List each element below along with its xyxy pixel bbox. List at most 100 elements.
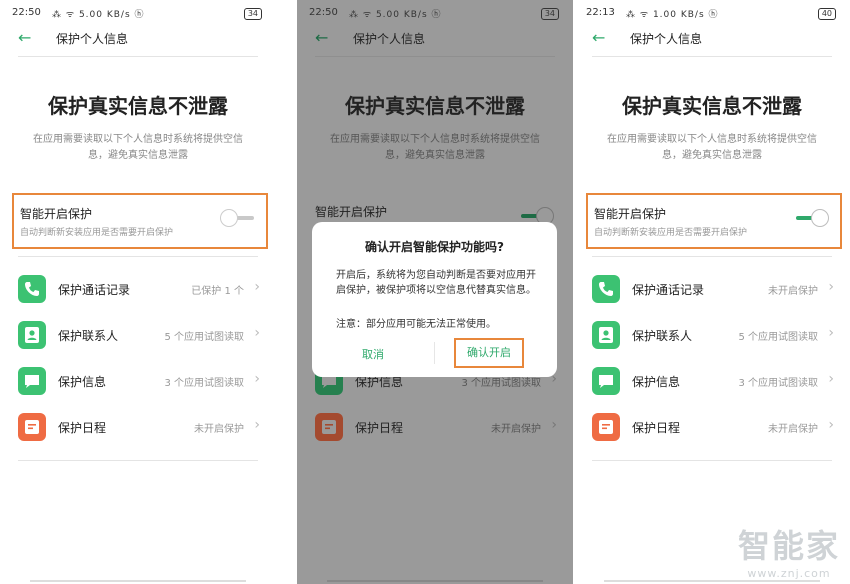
- smart-protect-title: 智能开启保护: [20, 207, 93, 221]
- divider: [315, 56, 555, 57]
- list-item-calendar[interactable]: 保护日程 未开启保护 ›: [592, 412, 836, 444]
- screen-confirm-dialog: 22:50 ⁂ ᯤ 5.00 KB/s ⓗ 34 ← 保护个人信息 保护真实信息…: [297, 0, 573, 584]
- battery-icon: 40: [817, 8, 836, 20]
- smart-protect-title: 智能开启保护: [594, 207, 667, 221]
- smart-protect-subtitle: 自动判断新安装应用是否需要开启保护: [20, 228, 174, 238]
- contact-icon: [18, 321, 46, 349]
- back-arrow-icon[interactable]: ←: [315, 28, 328, 47]
- headline: 保护真实信息不泄露: [48, 94, 228, 118]
- chevron-right-icon: ›: [254, 325, 260, 341]
- watermark-url: www.znj.com: [747, 567, 831, 580]
- item-label: 保护通话记录: [58, 283, 131, 297]
- item-status: 已保护 1 个: [191, 286, 244, 297]
- description: 在应用需要读取以下个人信息时系统将提供空信息，避免真实信息泄露: [33, 134, 243, 161]
- back-arrow-icon[interactable]: ←: [18, 28, 31, 47]
- top-bar: ← 保护个人信息: [574, 28, 850, 50]
- status-bar: 22:50 ⁂ ᯤ 5.00 KB/s ⓗ 34: [309, 6, 559, 22]
- confirm-dialog: 确认开启智能保护功能吗? 开启后，系统将为您自动判断是否要对应用开启保护，被保护…: [312, 222, 557, 377]
- list-item-contacts[interactable]: 保护联系人 5 个应用试图读取 ›: [18, 320, 262, 352]
- watermark: 智能家 www.znj.com: [738, 521, 840, 580]
- chevron-right-icon: ›: [828, 371, 834, 387]
- item-label: 保护信息: [58, 375, 107, 389]
- dialog-title: 确认开启智能保护功能吗?: [365, 240, 504, 254]
- chevron-right-icon: ›: [828, 279, 834, 295]
- dialog-body: 开启后，系统将为您自动判断是否要对应用开启保护，被保护项将以空信息代替真实信息。: [336, 270, 536, 296]
- cancel-button[interactable]: 取消: [362, 346, 384, 362]
- status-icons: ⁂ ᯤ 5.00 KB/s ⓗ: [349, 10, 442, 20]
- back-arrow-icon[interactable]: ←: [592, 28, 605, 47]
- contact-icon: [592, 321, 620, 349]
- battery-icon: 34: [243, 8, 262, 20]
- divider: [592, 460, 832, 461]
- phone-icon: [592, 275, 620, 303]
- chevron-right-icon: ›: [828, 325, 834, 341]
- smart-protect-toggle[interactable]: [794, 209, 830, 227]
- screen-off-state: 22:50 ⁂ ᯤ 5.00 KB/s ⓗ 34 ← 保护个人信息 保护真实信息…: [0, 0, 276, 584]
- status-time: 22:50: [309, 7, 338, 18]
- top-bar: ← 保护个人信息: [297, 28, 573, 50]
- status-time: 22:50: [12, 7, 41, 18]
- description: 在应用需要读取以下个人信息时系统将提供空信息，避免真实信息泄露: [330, 134, 540, 161]
- smart-protect-title: 智能开启保护: [315, 205, 388, 219]
- divider: [592, 56, 832, 57]
- home-indicator: [327, 580, 543, 582]
- chevron-right-icon: ›: [254, 417, 260, 433]
- page-title: 保护个人信息: [353, 32, 426, 46]
- page-title: 保护个人信息: [630, 32, 703, 46]
- description: 在应用需要读取以下个人信息时系统将提供空信息，避免真实信息泄露: [607, 134, 817, 161]
- watermark-brand: 智能家: [737, 527, 840, 565]
- chevron-right-icon: ›: [551, 417, 557, 433]
- calendar-icon: [18, 413, 46, 441]
- calendar-icon: [592, 413, 620, 441]
- smart-protect-subtitle: 自动判断新安装应用是否需要开启保护: [594, 228, 748, 238]
- confirm-button[interactable]: 确认开启: [454, 338, 524, 368]
- item-label: 保护日程: [355, 421, 404, 435]
- status-time: 22:13: [586, 7, 615, 18]
- page-title: 保护个人信息: [56, 32, 129, 46]
- headline: 保护真实信息不泄露: [345, 94, 525, 118]
- message-icon: [592, 367, 620, 395]
- phone-icon: [18, 275, 46, 303]
- list-item-messages[interactable]: 保护信息 3 个应用试图读取 ›: [18, 366, 262, 398]
- message-icon: [18, 367, 46, 395]
- status-icons: ⁂ ᯤ 1.00 KB/s ⓗ: [626, 10, 719, 20]
- item-status: 未开启保护: [768, 286, 818, 297]
- status-icons: ⁂ ᯤ 5.00 KB/s ⓗ: [52, 10, 145, 20]
- list-item-call-log[interactable]: 保护通话记录 已保护 1 个 ›: [18, 274, 262, 306]
- list-item-call-log[interactable]: 保护通话记录 未开启保护 ›: [592, 274, 836, 306]
- divider: [18, 460, 258, 461]
- item-label: 保护日程: [58, 421, 107, 435]
- divider: [18, 256, 258, 257]
- list-item-calendar[interactable]: 保护日程 未开启保护 ›: [315, 412, 559, 444]
- headline: 保护真实信息不泄露: [622, 94, 802, 118]
- smart-protect-row[interactable]: 智能开启保护 自动判断新安装应用是否需要开启保护: [12, 193, 268, 249]
- item-label: 保护信息: [632, 375, 681, 389]
- chevron-right-icon: ›: [254, 371, 260, 387]
- item-status: 3 个应用试图读取: [164, 378, 244, 389]
- button-divider: [434, 342, 435, 364]
- item-status: 3 个应用试图读取: [738, 378, 818, 389]
- calendar-icon: [315, 413, 343, 441]
- screen-on-state: 22:13 ⁂ ᯤ 1.00 KB/s ⓗ 40 ← 保护个人信息 保护真实信息…: [574, 0, 850, 584]
- item-label: 保护日程: [632, 421, 681, 435]
- item-label: 保护联系人: [632, 329, 693, 343]
- status-bar: 22:13 ⁂ ᯤ 1.00 KB/s ⓗ 40: [586, 6, 836, 22]
- status-bar: 22:50 ⁂ ᯤ 5.00 KB/s ⓗ 34: [12, 6, 262, 22]
- list-item-calendar[interactable]: 保护日程 未开启保护 ›: [18, 412, 262, 444]
- item-label: 保护通话记录: [632, 283, 705, 297]
- chevron-right-icon: ›: [254, 279, 260, 295]
- toggle-knob: [220, 209, 238, 227]
- dialog-note: 注意：部分应用可能无法正常使用。: [336, 319, 496, 330]
- item-label: 保护联系人: [58, 329, 119, 343]
- top-bar: ← 保护个人信息: [0, 28, 276, 50]
- list-item-contacts[interactable]: 保护联系人 5 个应用试图读取 ›: [592, 320, 836, 352]
- divider: [592, 256, 832, 257]
- list-item-messages[interactable]: 保护信息 3 个应用试图读取 ›: [592, 366, 836, 398]
- item-status: 5 个应用试图读取: [164, 332, 244, 343]
- smart-protect-row[interactable]: 智能开启保护 自动判断新安装应用是否需要开启保护: [586, 193, 842, 249]
- divider: [18, 56, 258, 57]
- item-status: 5 个应用试图读取: [738, 332, 818, 343]
- home-indicator: [30, 580, 246, 582]
- smart-protect-toggle[interactable]: [220, 209, 256, 227]
- toggle-knob: [811, 209, 829, 227]
